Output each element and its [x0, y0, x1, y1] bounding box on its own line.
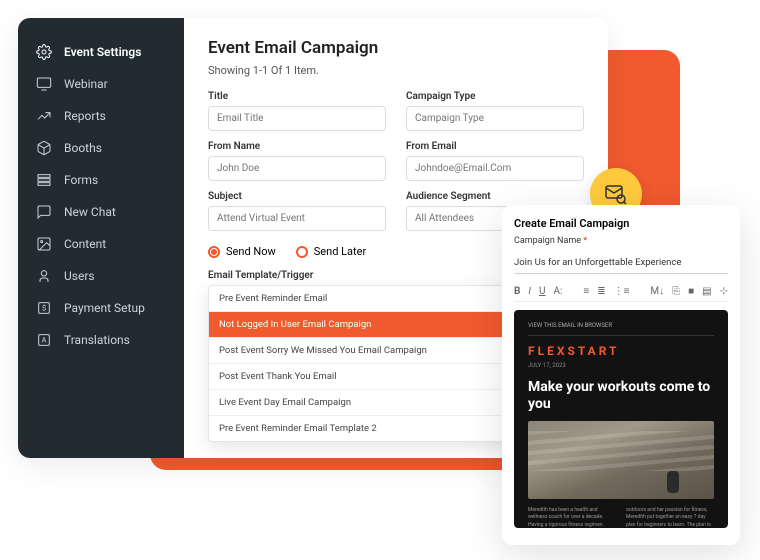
send-now-label: Send Now [226, 245, 276, 258]
link-button[interactable]: ⎘ [672, 286, 680, 297]
sidebar-item-label: Translations [64, 333, 130, 347]
sidebar-item-label: Content [64, 237, 106, 251]
send-now-radio[interactable]: Send Now [208, 245, 276, 258]
mail-search-icon [604, 182, 628, 206]
page-title: Event Email Campaign [208, 38, 584, 58]
from-email-label: From Email [406, 141, 584, 152]
sidebar: Event Settings Webinar Reports Booths Fo… [18, 18, 184, 458]
chat-icon [36, 204, 52, 220]
sidebar-item-forms[interactable]: Forms [18, 164, 184, 196]
sidebar-item-content[interactable]: Content [18, 228, 184, 260]
radio-selected-icon [208, 246, 220, 258]
align-center-button[interactable]: ≣ [597, 286, 605, 297]
font-icon: A [36, 332, 52, 348]
sidebar-item-payment-setup[interactable]: $ Payment Setup [18, 292, 184, 324]
preview-date: JULY 17, 2023 [528, 362, 714, 369]
sidebar-item-reports[interactable]: Reports [18, 100, 184, 132]
campaign-name-label: Campaign Name * [514, 236, 728, 246]
cube-icon [36, 140, 52, 156]
title-label: Title [208, 91, 386, 102]
dollar-icon: $ [36, 300, 52, 316]
sidebar-item-label: Payment Setup [64, 301, 145, 315]
monitor-icon [36, 76, 52, 92]
sidebar-item-label: Event Settings [64, 45, 141, 59]
sidebar-item-label: Reports [64, 109, 106, 123]
preview-brand: FLEXSTART [528, 344, 714, 358]
audience-label: Audience Segment [406, 191, 584, 202]
sidebar-item-label: Forms [64, 173, 98, 187]
send-later-radio[interactable]: Send Later [296, 245, 366, 258]
align-left-button[interactable]: ≡ [583, 286, 589, 297]
rows-icon [36, 172, 52, 188]
sidebar-item-label: New Chat [64, 205, 116, 219]
subject-input[interactable] [208, 206, 386, 231]
code-button[interactable]: M↓ [650, 286, 664, 297]
campaign-name-input[interactable] [514, 254, 728, 274]
preview-col1: Meredith has been a health and wellness … [528, 507, 616, 528]
preview-hero-image [528, 421, 714, 499]
more-button[interactable]: ⊹ [720, 286, 728, 297]
sidebar-item-translations[interactable]: A Translations [18, 324, 184, 356]
create-campaign-title: Create Email Campaign [514, 217, 728, 230]
list-button[interactable]: ⋮≡ [614, 286, 630, 297]
editor-toolbar: B I U A: ≡ ≣ ⋮≡ M↓ ⎘ ■ ▤ ⊹ [514, 282, 728, 302]
preview-top-bar: VIEW THIS EMAIL IN BROWSER [528, 322, 714, 336]
bold-button[interactable]: B [514, 286, 520, 297]
create-campaign-panel: Create Email Campaign Campaign Name * B … [502, 205, 740, 545]
gear-icon [36, 44, 52, 60]
title-input[interactable] [208, 106, 386, 131]
from-email-input[interactable] [406, 156, 584, 181]
sidebar-item-webinar[interactable]: Webinar [18, 68, 184, 100]
page-subtitle: Showing 1-1 Of 1 Item. [208, 64, 584, 77]
sidebar-item-label: Webinar [64, 77, 108, 91]
svg-text:A: A [42, 336, 47, 345]
radio-unselected-icon [296, 246, 308, 258]
type-label: Campaign Type [406, 91, 584, 102]
image-button[interactable]: ▤ [702, 286, 711, 297]
sidebar-item-new-chat[interactable]: New Chat [18, 196, 184, 228]
sidebar-item-label: Booths [64, 141, 102, 155]
chart-icon [36, 108, 52, 124]
from-name-input[interactable] [208, 156, 386, 181]
from-name-label: From Name [208, 141, 386, 152]
send-later-label: Send Later [314, 245, 366, 258]
italic-button[interactable]: I [528, 286, 531, 297]
sidebar-item-users[interactable]: Users [18, 260, 184, 292]
font-button[interactable]: A: [554, 286, 563, 297]
preview-headline: Make your workouts come to you [528, 379, 714, 413]
sidebar-item-booths[interactable]: Booths [18, 132, 184, 164]
image-icon [36, 236, 52, 252]
sidebar-item-label: Users [64, 269, 95, 283]
user-icon [36, 268, 52, 284]
subject-label: Subject [208, 191, 386, 202]
email-preview: VIEW THIS EMAIL IN BROWSER FLEXSTART JUL… [514, 310, 728, 528]
folder-button[interactable]: ■ [688, 286, 694, 297]
preview-body: Meredith has been a health and wellness … [528, 507, 714, 528]
type-input[interactable] [406, 106, 584, 131]
sidebar-item-event-settings[interactable]: Event Settings [18, 36, 184, 68]
underline-button[interactable]: U [539, 286, 545, 297]
svg-text:$: $ [42, 304, 46, 313]
preview-col2: outdoors and her passion for fitness, Me… [626, 507, 714, 528]
